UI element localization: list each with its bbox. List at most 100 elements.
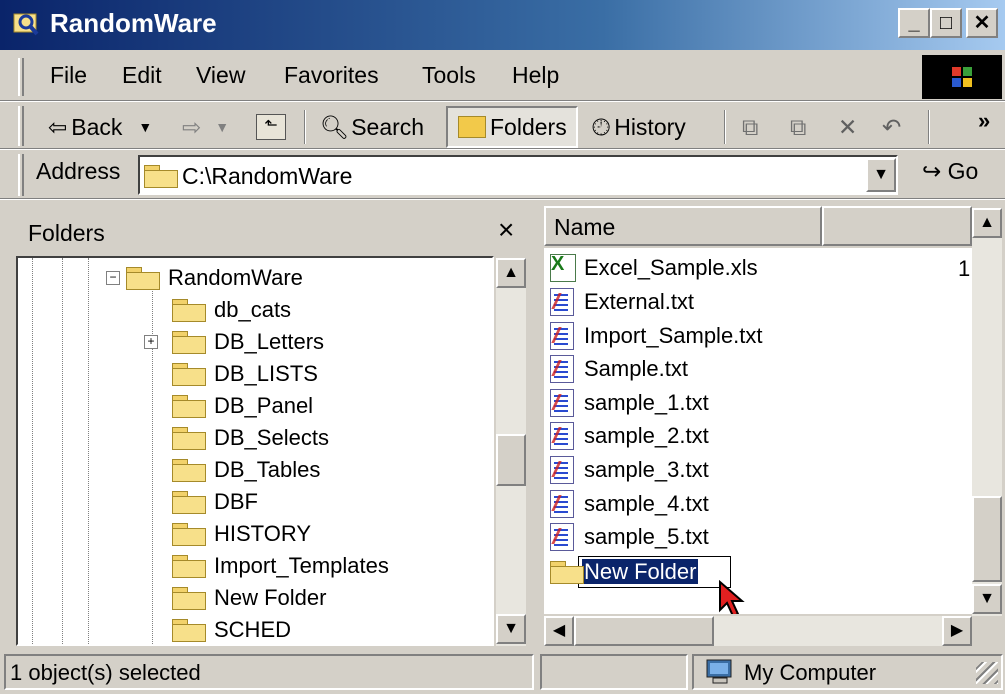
- expand-icon[interactable]: +: [144, 335, 158, 349]
- window-app-icon[interactable]: [12, 10, 40, 38]
- tree-item[interactable]: DB_Tables: [172, 454, 320, 486]
- tree-item[interactable]: DB_Panel: [172, 390, 313, 422]
- list-item[interactable]: External.txt: [550, 286, 694, 318]
- copy-to-button[interactable]: ⧉: [790, 108, 806, 146]
- tree-item-label: SCHED: [214, 617, 292, 642]
- forward-dropdown-icon[interactable]: ▼: [215, 119, 229, 135]
- name-column-header[interactable]: Name: [544, 206, 822, 246]
- move-to-icon: ⧉: [742, 113, 759, 140]
- file-name: External.txt: [584, 289, 695, 314]
- list-item[interactable]: sample_2.txt: [550, 420, 709, 452]
- list-item[interactable]: sample_1.txt: [550, 387, 709, 419]
- title-bar[interactable]: RandomWare _ □ ✕: [0, 0, 1005, 50]
- scroll-thumb[interactable]: [496, 434, 526, 486]
- tree-item[interactable]: DBF: [172, 486, 258, 518]
- tree-item[interactable]: DB_Selects: [172, 422, 329, 454]
- text-file-icon: [550, 389, 574, 417]
- file-list-vscrollbar[interactable]: ▲ ▼: [972, 208, 1002, 616]
- search-label: Search: [351, 113, 425, 140]
- tree-item[interactable]: Import_Templates: [172, 550, 389, 582]
- file-list[interactable]: Excel_Sample.xls 1 External.txt Import_S…: [544, 248, 972, 614]
- go-button[interactable]: ↪ Go: [922, 158, 978, 185]
- list-item[interactable]: sample_4.txt: [550, 488, 709, 520]
- menu-grip[interactable]: [18, 58, 24, 96]
- menu-edit[interactable]: Edit: [122, 62, 162, 89]
- scroll-down-icon: ▼: [503, 620, 519, 637]
- scroll-thumb[interactable]: [972, 496, 1002, 582]
- folders-pane-close-button[interactable]: ×: [498, 214, 514, 246]
- search-button[interactable]: 🔍︎ Search: [320, 108, 424, 146]
- toolbar-overflow-chevron[interactable]: »: [978, 108, 990, 134]
- history-button[interactable]: 🕘︎ History: [592, 108, 686, 146]
- undo-icon: ↶: [882, 113, 902, 140]
- tree-item-label: DB_Letters: [214, 329, 325, 354]
- tree-item-randomware[interactable]: − RandomWare: [106, 262, 303, 294]
- collapse-icon[interactable]: −: [106, 271, 120, 285]
- back-dropdown-icon[interactable]: ▼: [138, 119, 152, 135]
- menu-file[interactable]: File: [50, 62, 87, 89]
- forward-button[interactable]: ⇨ ▼: [182, 108, 229, 146]
- toolbar-divider: [0, 148, 1005, 150]
- minimize-button[interactable]: _: [898, 8, 930, 38]
- tree-item[interactable]: db_cats: [172, 294, 291, 326]
- close-window-button[interactable]: ✕: [966, 8, 998, 38]
- scroll-up-button[interactable]: ▲: [496, 258, 526, 288]
- list-item[interactable]: Sample.txt: [550, 353, 688, 385]
- copy-to-icon: ⧉: [790, 113, 807, 140]
- list-item[interactable]: Excel_Sample.xls: [550, 252, 758, 284]
- list-item[interactable]: Import_Sample.txt: [550, 320, 763, 352]
- history-label: History: [614, 113, 686, 140]
- tree-item[interactable]: New Folder: [172, 582, 326, 614]
- rename-text[interactable]: New Folder: [582, 559, 699, 584]
- list-item[interactable]: sample_5.txt: [550, 521, 709, 553]
- address-grip[interactable]: [18, 154, 24, 196]
- back-button[interactable]: ⇦ Back ▼: [48, 108, 152, 146]
- folder-tree-scrollbar[interactable]: ▲ ▼: [496, 258, 526, 646]
- tree-line: [62, 258, 63, 644]
- file-name: Import_Sample.txt: [584, 323, 763, 348]
- tree-item[interactable]: SCHED: [172, 614, 292, 644]
- text-file-icon: [550, 322, 574, 350]
- back-arrow-icon: ⇦: [48, 113, 68, 140]
- scroll-up-button[interactable]: ▲: [972, 208, 1002, 238]
- rename-field[interactable]: New Folder: [578, 556, 731, 588]
- maximize-button[interactable]: □: [930, 8, 962, 38]
- move-to-button[interactable]: ⧉: [742, 108, 758, 146]
- tree-item[interactable]: HISTORY: [172, 518, 311, 550]
- scroll-left-button[interactable]: ◀: [544, 616, 574, 646]
- file-name: sample_3.txt: [584, 457, 709, 482]
- new-folder-item[interactable]: New Folder: [550, 556, 731, 588]
- address-field[interactable]: C:\RandomWare: [138, 155, 898, 195]
- resize-grip-icon[interactable]: [976, 662, 998, 684]
- menu-favorites[interactable]: Favorites: [284, 62, 379, 89]
- menu-help[interactable]: Help: [512, 62, 559, 89]
- up-folder-button[interactable]: ⬑: [256, 108, 286, 146]
- tree-item-label: RandomWare: [168, 265, 303, 290]
- address-value[interactable]: C:\RandomWare: [182, 163, 352, 190]
- second-column-header[interactable]: [822, 206, 972, 246]
- delete-button[interactable]: ✕: [838, 108, 857, 146]
- folder-tree[interactable]: − RandomWare db_cats + DB_Letters DB_LIS…: [16, 256, 494, 646]
- menu-view[interactable]: View: [196, 62, 245, 89]
- address-dropdown-button[interactable]: ▼: [866, 158, 896, 192]
- tree-item[interactable]: DB_LISTS: [172, 358, 318, 390]
- scroll-down-button[interactable]: ▼: [972, 584, 1002, 614]
- folder-icon: [172, 395, 206, 418]
- text-file-icon: [550, 288, 574, 316]
- tree-item[interactable]: + DB_Letters: [144, 326, 324, 358]
- scroll-down-button[interactable]: ▼: [496, 614, 526, 644]
- tree-item-label: DB_LISTS: [214, 361, 318, 386]
- undo-button[interactable]: ↶: [882, 108, 901, 146]
- hscroll-thumb[interactable]: [574, 616, 714, 646]
- pane-splitter[interactable]: [530, 204, 538, 650]
- list-item[interactable]: sample_3.txt: [550, 454, 709, 486]
- folder-icon: [172, 555, 206, 578]
- scroll-right-button[interactable]: ▶: [942, 616, 972, 646]
- toolbar-grip[interactable]: [18, 106, 24, 146]
- menu-tools[interactable]: Tools: [422, 62, 476, 89]
- tree-item-label: New Folder: [214, 585, 327, 610]
- file-name: sample_4.txt: [584, 491, 709, 516]
- folders-button[interactable]: Folders: [446, 106, 578, 148]
- address-folder-icon: [144, 165, 178, 188]
- file-list-hscrollbar[interactable]: ◀ ▶: [544, 616, 972, 646]
